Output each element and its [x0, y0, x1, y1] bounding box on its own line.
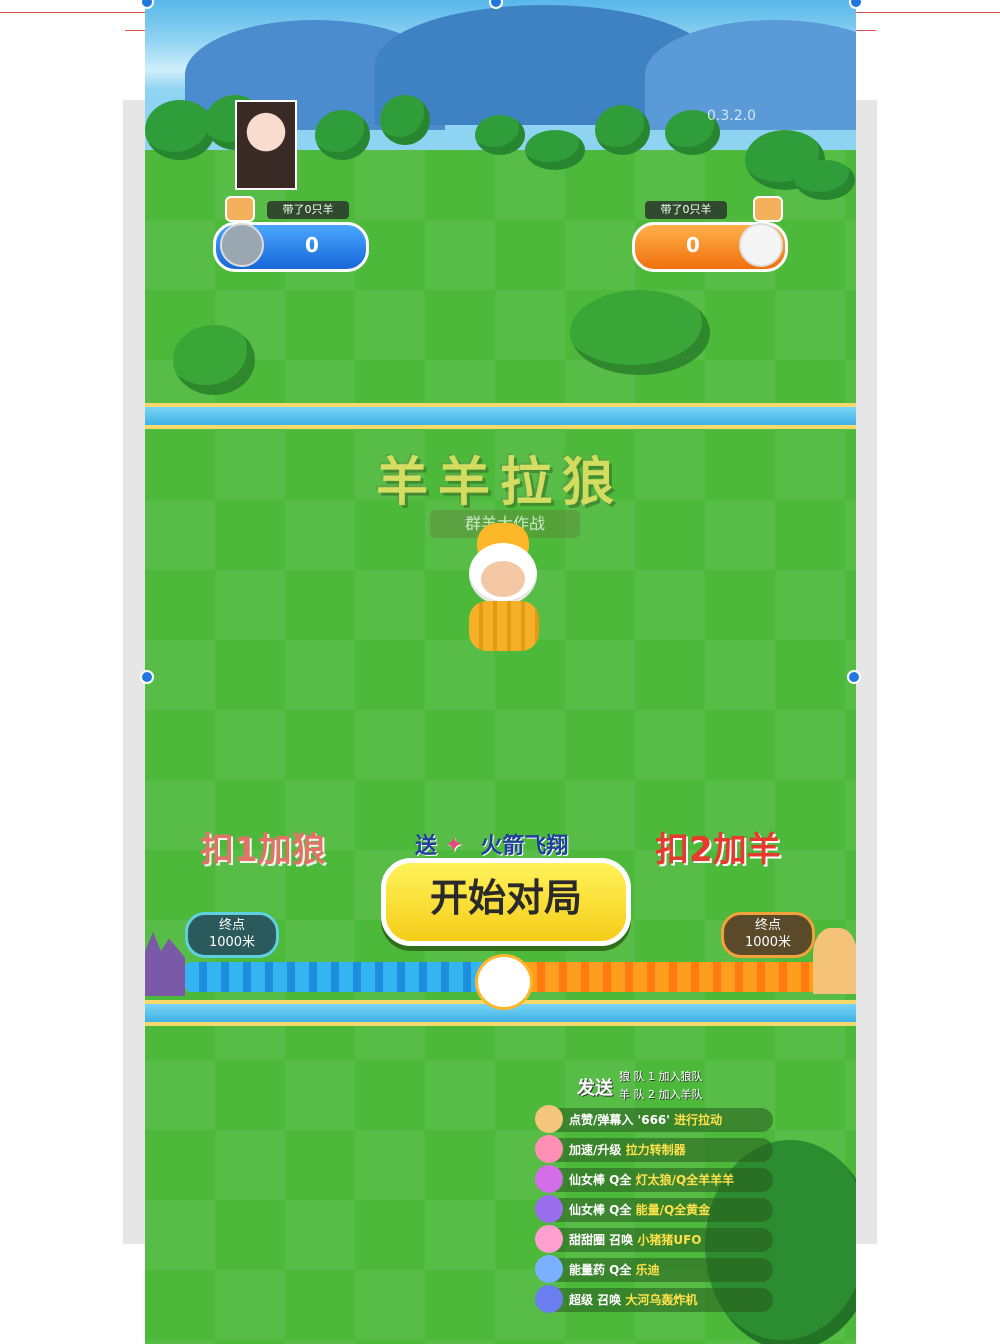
gift-desc: 点赞/弹幕入 '666' [569, 1113, 675, 1127]
gift-desc: 甜甜圈 召唤 [569, 1233, 638, 1247]
wolf-side-track [185, 962, 501, 992]
gift-desc: 能量药 Q全 [569, 1263, 636, 1277]
left-team-label: 带了0只羊 [267, 201, 349, 219]
sheep-character [463, 523, 543, 653]
send-label: 发送 [577, 1078, 613, 1099]
gift-effect: 进行拉动 [674, 1113, 723, 1127]
gift-effect: 小猪猪UFO [637, 1233, 702, 1247]
gift-desc: 超级 召唤 [569, 1293, 626, 1307]
gift-icon [535, 1165, 563, 1193]
start-match-button[interactable]: 开始对局 [381, 858, 631, 946]
gift-effect: 灯太狼/Q全羊羊羊 [635, 1173, 735, 1187]
resize-handle-right[interactable] [847, 670, 861, 684]
tree [595, 105, 650, 155]
left-team-score-bar: 0 [213, 222, 369, 272]
gift-effect: 拉力转制器 [625, 1143, 686, 1157]
left-finish-label: 终点 [218, 918, 245, 933]
left-team-score: 0 [305, 233, 319, 257]
gift-effect: 乐迪 [635, 1263, 660, 1277]
sheep-side-track [501, 962, 817, 992]
gift-icon [535, 1105, 563, 1133]
streamer-avatar [235, 100, 297, 190]
gift-icon [535, 1195, 563, 1223]
right-finish-pill: 终点 1000米 [721, 912, 815, 958]
bush-right [570, 290, 710, 375]
river-top [145, 403, 856, 429]
tree [795, 160, 855, 200]
gift-row: 仙女棒 Q全 灯太狼/Q全羊羊羊 [535, 1165, 773, 1193]
gift-icon [535, 1285, 563, 1313]
right-team-score-bar: 0 [632, 222, 788, 272]
rocket-promo: 送 ✦ 火箭飞翔 [415, 828, 568, 861]
gift-row: 加速/升级 拉力转制器 [535, 1135, 773, 1163]
guide-line-top-left [0, 12, 145, 13]
tree [145, 100, 215, 160]
rocket-icon: ✦ [444, 833, 464, 858]
gift-row: 能量药 Q全 乐迪 [535, 1255, 773, 1283]
rope-center-marker-icon [475, 954, 533, 1010]
left-finish-pill: 终点 1000米 [185, 912, 279, 958]
wolf-badge-icon [225, 196, 255, 222]
resize-handle-top-right[interactable] [849, 0, 863, 9]
right-team-score: 0 [686, 233, 700, 257]
wolf-icon [220, 223, 264, 267]
sheep-badge-icon [753, 196, 783, 222]
guide-line-second-left [125, 30, 145, 31]
right-team-label: 带了0只羊 [645, 201, 727, 219]
version-label: 0.3.2.0 [707, 108, 756, 124]
sheep-icon [739, 223, 783, 267]
gift-row: 超级 召唤 大河乌轰炸机 [535, 1285, 773, 1313]
gift-desc: 仙女棒 Q全 [569, 1203, 636, 1217]
right-finish-distance: 1000米 [744, 935, 792, 950]
gift-icon [535, 1255, 563, 1283]
add-sheep-hint: 扣2加羊 [655, 830, 781, 870]
resize-handle-left[interactable] [140, 670, 154, 684]
promo-send-label: 送 [415, 834, 438, 859]
guide-line-second-right [856, 30, 876, 31]
tree [525, 130, 585, 170]
gift-icon [535, 1135, 563, 1163]
guide-line-top-right [856, 12, 1000, 13]
gift-row: 点赞/弹幕入 '666' 进行拉动 [535, 1105, 773, 1133]
gift-effect: 能量/Q全黄金 [635, 1203, 711, 1217]
join-team-hint: 发送 狼 队 1 加入狼队 羊 队 2 加入羊队 [575, 1066, 735, 1106]
bush-left [173, 325, 255, 395]
join-sheep-row: 羊 队 2 加入羊队 [619, 1088, 703, 1101]
gift-icon [535, 1225, 563, 1253]
game-viewport[interactable]: 0.3.2.0 带了0只羊 0 带了0只羊 0 羊羊拉狼 群羊大作战 扣1加狼 … [145, 0, 856, 1344]
gift-row: 甜甜圈 召唤 小猪猪UFO [535, 1225, 773, 1253]
gift-effect: 大河乌轰炸机 [625, 1293, 698, 1307]
right-finish-label: 终点 [754, 918, 781, 933]
left-finish-distance: 1000米 [208, 935, 256, 950]
gift-row: 仙女棒 Q全 能量/Q全黄金 [535, 1195, 773, 1223]
tree [380, 95, 430, 145]
tree [315, 110, 370, 160]
add-wolf-hint: 扣1加狼 [200, 830, 326, 870]
promo-rocket-label: 火箭飞翔 [480, 834, 569, 859]
gift-desc: 仙女棒 Q全 [569, 1173, 636, 1187]
gift-desc: 加速/升级 [569, 1143, 626, 1157]
join-wolf-row: 狼 队 1 加入狼队 [619, 1070, 703, 1083]
logo-title: 羊羊拉狼 [375, 453, 624, 513]
tree [475, 115, 525, 155]
sheep-house-icon [813, 928, 856, 994]
